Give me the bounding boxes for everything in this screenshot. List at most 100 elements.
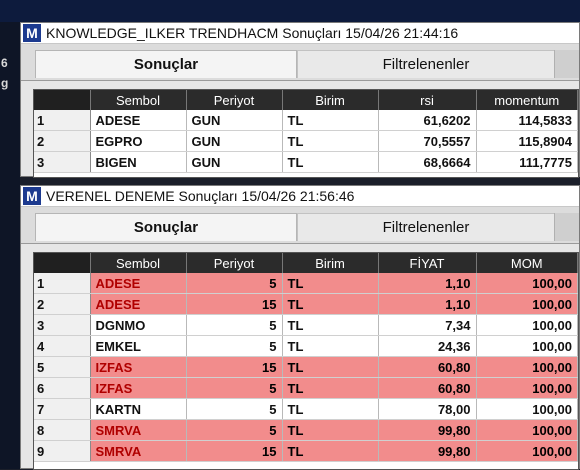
cell-mom: 100,00: [476, 293, 578, 315]
background-window-strip: [0, 0, 580, 22]
column-header-fiyat[interactable]: FİYAT: [378, 253, 477, 273]
cell-birim: TL: [282, 398, 379, 420]
table-row[interactable]: 2 ADESE 15 TL 1,10 100,00: [34, 293, 578, 315]
window-titlebar[interactable]: M VERENEL DENEME Sonuçları 15/04/26 21:5…: [21, 186, 579, 207]
column-header-momentum[interactable]: momentum: [476, 90, 578, 110]
cell-momentum: 111,7775: [476, 151, 578, 173]
row-index: 7: [34, 398, 91, 420]
column-header-birim[interactable]: Birim: [282, 90, 379, 110]
cell-birim: TL: [282, 293, 379, 315]
cell-sembol: EMKEL: [90, 335, 187, 357]
cell-sembol: BIGEN: [90, 151, 187, 173]
cell-periyot: 15: [186, 293, 283, 315]
column-header-birim[interactable]: Birim: [282, 253, 379, 273]
column-header-sembol[interactable]: Sembol: [90, 90, 187, 110]
cell-sembol: ADESE: [90, 293, 187, 315]
table-row[interactable]: 6 IZFAS 5 TL 60,80 100,00: [34, 377, 578, 399]
cell-birim: TL: [282, 110, 379, 131]
cell-periyot: 15: [186, 356, 283, 378]
cell-periyot: 5: [186, 314, 283, 336]
results-table: Sembol Periyot Birim rsi momentum 1 ADES…: [33, 89, 579, 178]
row-index: 6: [34, 377, 91, 399]
cell-fiyat: 7,34: [378, 314, 477, 336]
table-row[interactable]: 7 KARTN 5 TL 78,00 100,00: [34, 398, 578, 420]
cell-sembol: IZFAS: [90, 377, 187, 399]
cell-periyot: 5: [186, 419, 283, 441]
tab-scroll-area: [554, 213, 579, 241]
table-row[interactable]: 3 BIGEN GUN TL 68,6664 111,7775: [34, 151, 578, 173]
cell-fiyat: 24,36: [378, 335, 477, 357]
cell-rsi: 61,6202: [378, 110, 477, 131]
cell-mom: 100,00: [476, 398, 578, 420]
table-row[interactable]: 4 EMKEL 5 TL 24,36 100,00: [34, 335, 578, 357]
cell-periyot: GUN: [186, 110, 283, 131]
cell-periyot: 5: [186, 398, 283, 420]
row-index: 4: [34, 335, 91, 357]
window-titlebar[interactable]: M KNOWLEDGE_ILKER TRENDHACM Sonuçları 15…: [21, 23, 579, 44]
table-row[interactable]: 2 EGPRO GUN TL 70,5557 115,8904: [34, 130, 578, 152]
column-header-rsi[interactable]: rsi: [378, 90, 477, 110]
row-index: 2: [34, 130, 91, 152]
tab-sonuclar[interactable]: Sonuçlar: [35, 213, 297, 241]
row-index: 5: [34, 356, 91, 378]
cell-mom: 100,00: [476, 419, 578, 441]
cell-sembol: ADESE: [90, 110, 187, 131]
cell-periyot: 5: [186, 273, 283, 294]
row-index: 9: [34, 440, 91, 462]
column-header-periyot[interactable]: Periyot: [186, 90, 283, 110]
tab-sonuclar[interactable]: Sonuçlar: [35, 50, 297, 78]
background-glyph: 6: [1, 56, 8, 70]
cell-mom: 100,00: [476, 356, 578, 378]
cell-mom: 100,00: [476, 314, 578, 336]
table-row[interactable]: 1 ADESE GUN TL 61,6202 114,5833: [34, 110, 578, 131]
table-header-row: Sembol Periyot Birim FİYAT MOM: [34, 253, 578, 273]
column-header-sembol[interactable]: Sembol: [90, 253, 187, 273]
cell-fiyat: 60,80: [378, 377, 477, 399]
table-row[interactable]: 1 ADESE 5 TL 1,10 100,00: [34, 273, 578, 294]
tab-filtrelenenler[interactable]: Filtrelenenler: [297, 50, 555, 78]
row-index: 3: [34, 151, 91, 173]
cell-momentum: 114,5833: [476, 110, 578, 131]
app-m-icon: M: [23, 24, 41, 42]
cell-birim: TL: [282, 377, 379, 399]
cell-periyot: GUN: [186, 151, 283, 173]
cell-periyot: 5: [186, 377, 283, 399]
app-m-icon: M: [23, 187, 41, 205]
row-index: 1: [34, 273, 91, 294]
cell-birim: TL: [282, 273, 379, 294]
row-index: 2: [34, 293, 91, 315]
cell-birim: TL: [282, 314, 379, 336]
cell-fiyat: 99,80: [378, 440, 477, 462]
cell-fiyat: 99,80: [378, 419, 477, 441]
background-glyph: g: [1, 76, 9, 90]
cell-birim: TL: [282, 151, 379, 173]
cell-sembol: EGPRO: [90, 130, 187, 152]
tab-scroll-area: [554, 50, 579, 78]
cell-mom: 100,00: [476, 377, 578, 399]
cell-momentum: 115,8904: [476, 130, 578, 152]
cell-fiyat: 1,10: [378, 273, 477, 294]
row-index: 3: [34, 314, 91, 336]
column-header-index: [34, 90, 91, 110]
cell-fiyat: 78,00: [378, 398, 477, 420]
table-row[interactable]: 3 DGNMO 5 TL 7,34 100,00: [34, 314, 578, 336]
cell-sembol: SMRVA: [90, 440, 187, 462]
cell-sembol: SMRVA: [90, 419, 187, 441]
cell-mom: 100,00: [476, 335, 578, 357]
window-title: KNOWLEDGE_ILKER TRENDHACM Sonuçları 15/0…: [46, 25, 459, 41]
cell-sembol: KARTN: [90, 398, 187, 420]
tab-filtrelenenler[interactable]: Filtrelenenler: [297, 213, 555, 241]
table-row[interactable]: 8 SMRVA 5 TL 99,80 100,00: [34, 419, 578, 441]
row-index: 8: [34, 419, 91, 441]
table-row[interactable]: 5 IZFAS 15 TL 60,80 100,00: [34, 356, 578, 378]
cell-fiyat: 1,10: [378, 293, 477, 315]
cell-fiyat: 60,80: [378, 356, 477, 378]
column-header-mom[interactable]: MOM: [476, 253, 578, 273]
cell-rsi: 68,6664: [378, 151, 477, 173]
column-header-periyot[interactable]: Periyot: [186, 253, 283, 273]
cell-periyot: 5: [186, 335, 283, 357]
background-left-edge: 6 g: [0, 22, 20, 469]
cell-mom: 100,00: [476, 440, 578, 462]
results-window-verenel: M VERENEL DENEME Sonuçları 15/04/26 21:5…: [20, 185, 580, 470]
table-row[interactable]: 9 SMRVA 15 TL 99,80 100,00: [34, 440, 578, 462]
